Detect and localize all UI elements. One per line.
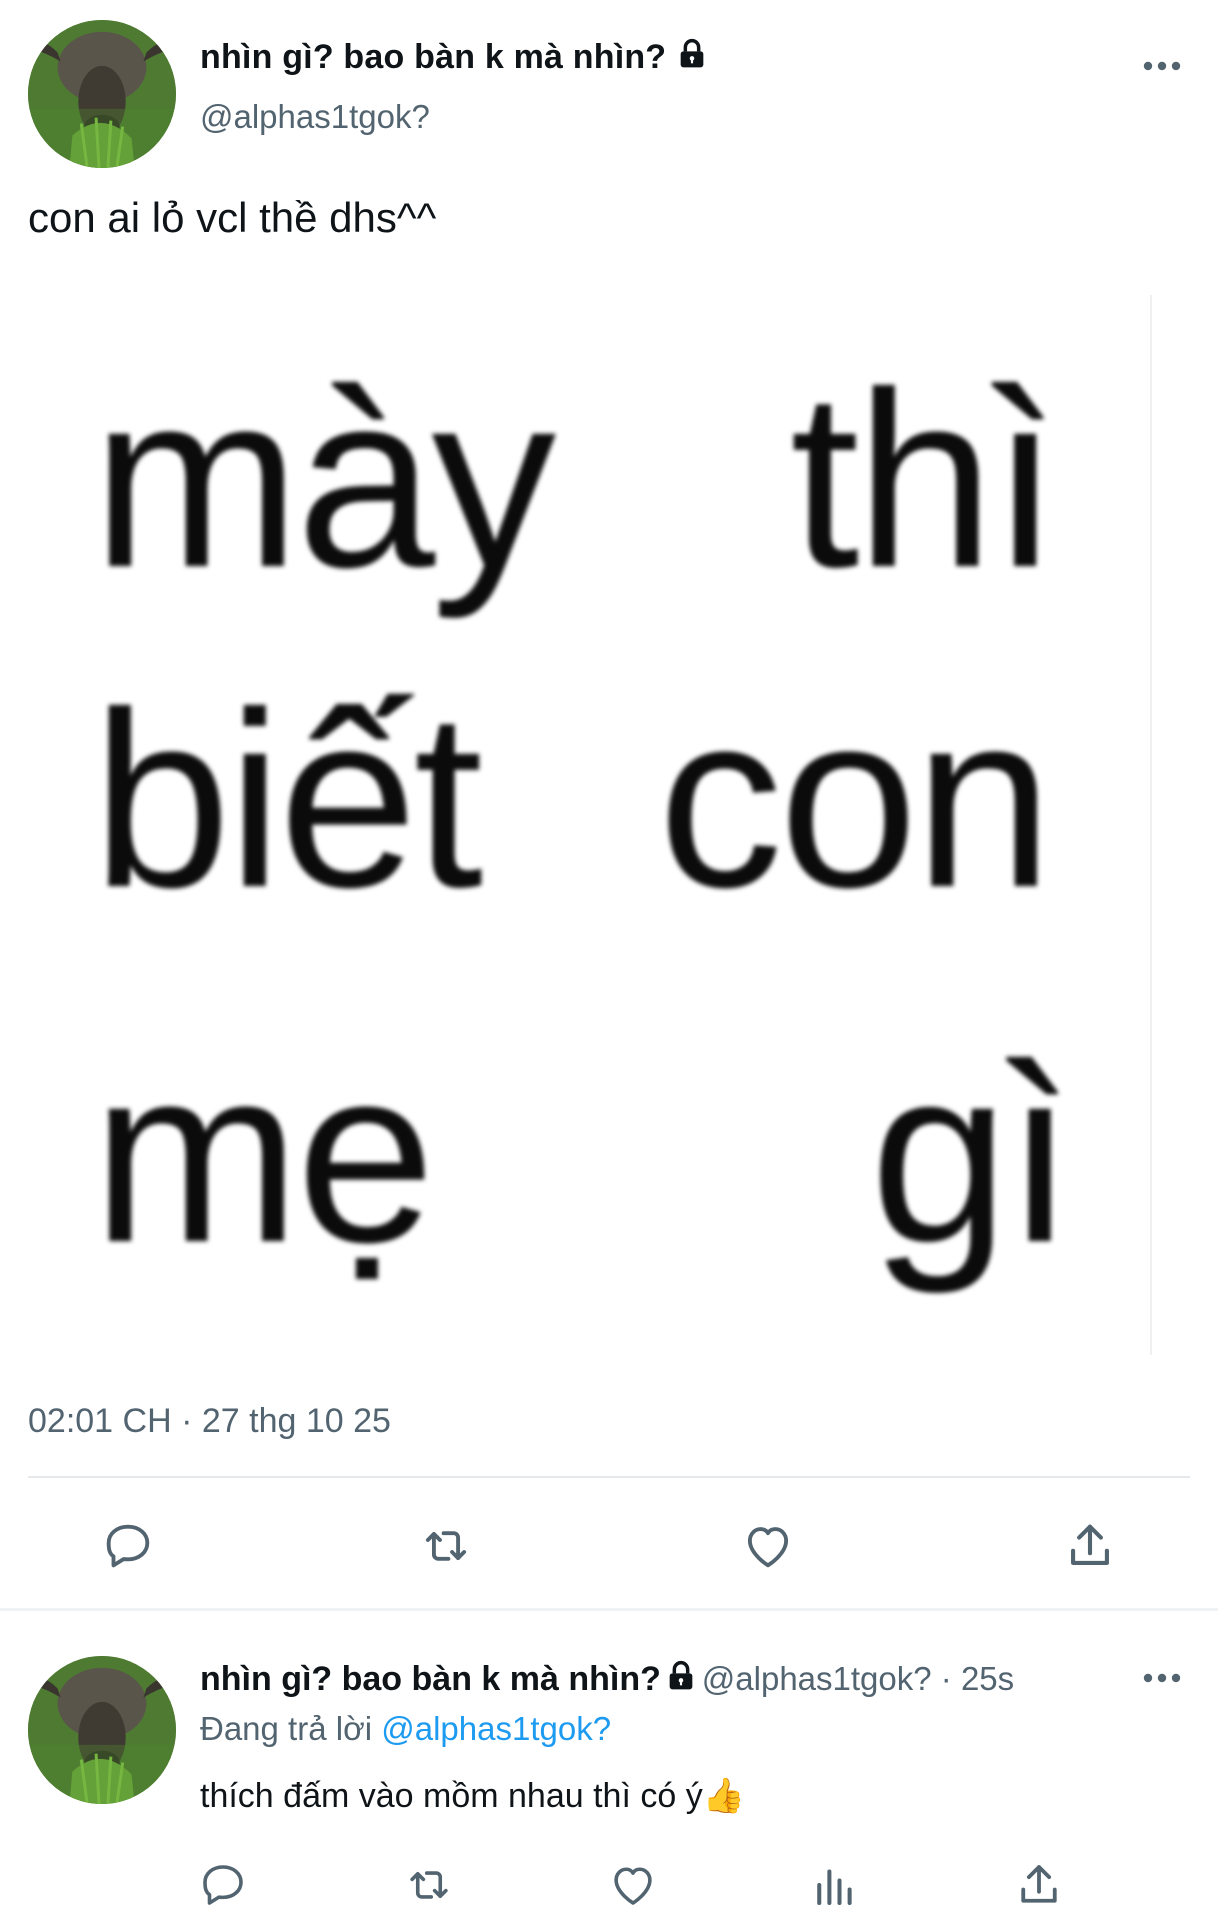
reply-text: thích đấm vào mồm nhau thì có ý👍	[200, 1776, 745, 1816]
reply-share-button[interactable]	[1012, 1858, 1066, 1912]
author-name-text: nhìn gì? bao bàn k mà nhìn?	[200, 38, 667, 76]
tweet-text: con ai lỏ vcl thề dhs^^	[28, 194, 437, 241]
reply-views-button[interactable]	[808, 1858, 862, 1912]
replying-to: Đang trả lời @alphas1tgok?	[200, 1710, 611, 1748]
reply-handle-time[interactable]: @alphas1tgok? · 25s	[702, 1660, 1014, 1697]
cow-avatar-image	[28, 1656, 176, 1804]
share-icon	[1071, 1524, 1109, 1565]
more-dots-icon	[1143, 61, 1181, 71]
cow-avatar-image	[28, 20, 176, 168]
like-icon	[614, 1867, 652, 1905]
replying-to-mention[interactable]: @alphas1tgok?	[381, 1710, 611, 1747]
tweet-media-image[interactable]: mày thì biết con mẹ gì	[30, 295, 1152, 1355]
meme-word: gì	[870, 1015, 1074, 1294]
meme-word: thì	[790, 340, 1060, 619]
author-handle[interactable]: @alphas1tgok?	[200, 98, 430, 136]
reply-text-body: thích đấm vào mồm nhau thì có ý	[200, 1777, 703, 1815]
replying-to-prefix: Đang trả lời	[200, 1710, 373, 1747]
reply-header: nhìn gì? bao bàn k mà nhìn? @alphas1tgok…	[200, 1660, 1014, 1699]
reply-reply-button[interactable]	[196, 1858, 250, 1912]
meme-word: mày	[92, 340, 556, 619]
views-icon	[817, 1869, 852, 1906]
author-display-name[interactable]: nhìn gì? bao bàn k mà nhìn?	[200, 38, 708, 79]
meme-word: biết	[92, 660, 483, 939]
meme-word: con	[658, 660, 1053, 939]
tweet-timestamp[interactable]: 02:01 CH · 27 thg 10 25	[28, 1402, 391, 1441]
reply-like-button[interactable]	[606, 1858, 660, 1912]
like-icon	[747, 1527, 789, 1568]
retweet-icon	[410, 1871, 448, 1899]
share-button[interactable]	[1058, 1514, 1122, 1578]
retweet-button[interactable]	[414, 1514, 478, 1578]
section-separator	[0, 1608, 1218, 1611]
retweet-icon	[425, 1531, 467, 1561]
reply-icon	[106, 1524, 150, 1568]
reply-author-name[interactable]: nhìn gì? bao bàn k mà nhìn?	[200, 1660, 661, 1698]
like-button[interactable]	[736, 1514, 800, 1578]
meme-word: mẹ	[92, 1015, 435, 1294]
more-dots-icon	[1143, 1673, 1181, 1683]
reply-author-avatar[interactable]	[28, 1656, 176, 1804]
more-options-button[interactable]	[1138, 56, 1186, 86]
lock-icon	[676, 38, 708, 79]
divider	[28, 1476, 1190, 1478]
author-avatar[interactable]	[28, 20, 176, 168]
lock-icon	[665, 1660, 697, 1697]
reply-more-options-button[interactable]	[1138, 1668, 1186, 1698]
reply-retweet-button[interactable]	[402, 1858, 456, 1912]
reply-button[interactable]	[96, 1514, 160, 1578]
reply-icon	[203, 1865, 243, 1905]
share-icon	[1021, 1865, 1057, 1903]
thumbs-up-emoji: 👍	[702, 1777, 746, 1815]
